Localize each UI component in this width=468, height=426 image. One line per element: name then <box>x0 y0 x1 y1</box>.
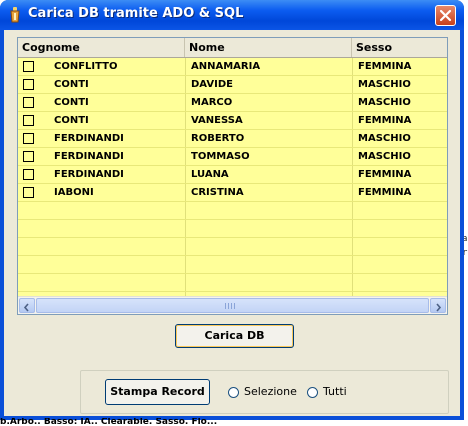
column-header-sesso[interactable]: Sesso <box>352 38 447 57</box>
title-bar[interactable]: Carica DB tramite ADO & SQL <box>0 0 464 30</box>
cell-cognome: CONTI <box>54 97 89 108</box>
close-icon <box>439 9 452 22</box>
carica-db-button[interactable]: Carica DB <box>175 324 294 348</box>
cell-cognome: FERDINANDI <box>54 151 124 162</box>
table-row[interactable]: CONTI MARCO MASCHIO <box>18 94 447 112</box>
cell-sesso: FEMMINA <box>358 115 412 126</box>
row-checkbox[interactable] <box>23 133 34 144</box>
stampa-record-button[interactable]: Stampa Record <box>105 379 210 405</box>
row-checkbox[interactable] <box>23 61 34 72</box>
table-row[interactable]: FERDINANDI LUANA FEMMINA <box>18 166 447 184</box>
empty-row <box>18 256 447 274</box>
cell-nome: ROBERTO <box>191 133 245 144</box>
column-header-nome[interactable]: Nome <box>185 38 352 57</box>
cell-nome: VANESSA <box>191 115 243 126</box>
cell-cognome: CONFLITTO <box>54 61 118 72</box>
table-row[interactable]: CONTI DAVIDE MASCHIO <box>18 76 447 94</box>
table-row[interactable]: FERDINANDI TOMMASO MASCHIO <box>18 148 447 166</box>
horizontal-scrollbar[interactable] <box>18 296 447 314</box>
cell-sesso: MASCHIO <box>358 97 411 108</box>
cell-nome: MARCO <box>191 97 233 108</box>
cell-nome: TOMMASO <box>191 151 250 162</box>
grid-header: Cognome Nome Sesso <box>18 38 447 58</box>
empty-row <box>18 274 447 292</box>
chevron-right-icon <box>436 303 442 312</box>
dialog-client-area: Cognome Nome Sesso CONFLITTO ANNAMARIA FEM… <box>4 30 460 416</box>
cell-sesso: MASCHIO <box>358 133 411 144</box>
background-bottom-text: b.Arbo.. Basso: IA.. Clearable. Sasso. F… <box>0 418 218 426</box>
cell-sesso: FEMMINA <box>358 187 412 198</box>
cell-sesso: FEMMINA <box>358 169 412 180</box>
cell-cognome: CONTI <box>54 79 89 90</box>
row-checkbox[interactable] <box>23 115 34 126</box>
records-grid[interactable]: Cognome Nome Sesso CONFLITTO ANNAMARIA FEM… <box>17 37 448 315</box>
dialog-window: Carica DB tramite ADO & SQL Cognome Nome… <box>0 0 464 420</box>
cell-cognome: FERDINANDI <box>54 169 124 180</box>
table-row[interactable]: CONFLITTO ANNAMARIA FEMMINA <box>18 58 447 76</box>
chevron-left-icon <box>23 303 29 312</box>
row-checkbox[interactable] <box>23 79 34 90</box>
radio-selezione[interactable] <box>228 387 239 398</box>
cell-sesso: MASCHIO <box>358 151 411 162</box>
empty-row <box>18 202 447 220</box>
cell-cognome: FERDINANDI <box>54 133 124 144</box>
table-row[interactable]: CONTI VANESSA FEMMINA <box>18 112 447 130</box>
empty-row <box>18 238 447 256</box>
row-checkbox[interactable] <box>23 97 34 108</box>
window-title: Carica DB tramite ADO & SQL <box>28 6 244 21</box>
column-header-cognome[interactable]: Cognome <box>18 38 185 57</box>
radio-tutti[interactable] <box>307 387 318 398</box>
empty-row <box>18 220 447 238</box>
table-row[interactable]: FERDINANDI ROBERTO MASCHIO <box>18 130 447 148</box>
table-row[interactable]: IABONI CRISTINA FEMMINA <box>18 184 447 202</box>
app-icon <box>8 7 22 23</box>
print-options-group: Stampa Record Selezione Tutti <box>80 370 449 414</box>
grid-rows: CONFLITTO ANNAMARIA FEMMINA CONTI DAVIDE MASC… <box>18 58 447 310</box>
cell-nome: LUANA <box>191 169 229 180</box>
scroll-thumb[interactable] <box>36 298 429 313</box>
scroll-right-button[interactable] <box>430 298 446 313</box>
scroll-left-button[interactable] <box>19 298 35 313</box>
row-checkbox[interactable] <box>23 151 34 162</box>
cell-sesso: MASCHIO <box>358 79 411 90</box>
radio-selezione-label[interactable]: Selezione <box>244 385 297 398</box>
row-checkbox[interactable] <box>23 187 34 198</box>
close-button[interactable] <box>435 5 456 26</box>
cell-nome: ANNAMARIA <box>191 61 261 72</box>
row-checkbox[interactable] <box>23 169 34 180</box>
cell-sesso: FEMMINA <box>358 61 412 72</box>
cell-nome: DAVIDE <box>191 79 233 90</box>
radio-tutti-label[interactable]: Tutti <box>323 385 347 398</box>
cell-cognome: IABONI <box>54 187 94 198</box>
cell-nome: CRISTINA <box>191 187 244 198</box>
cell-cognome: CONTI <box>54 115 89 126</box>
